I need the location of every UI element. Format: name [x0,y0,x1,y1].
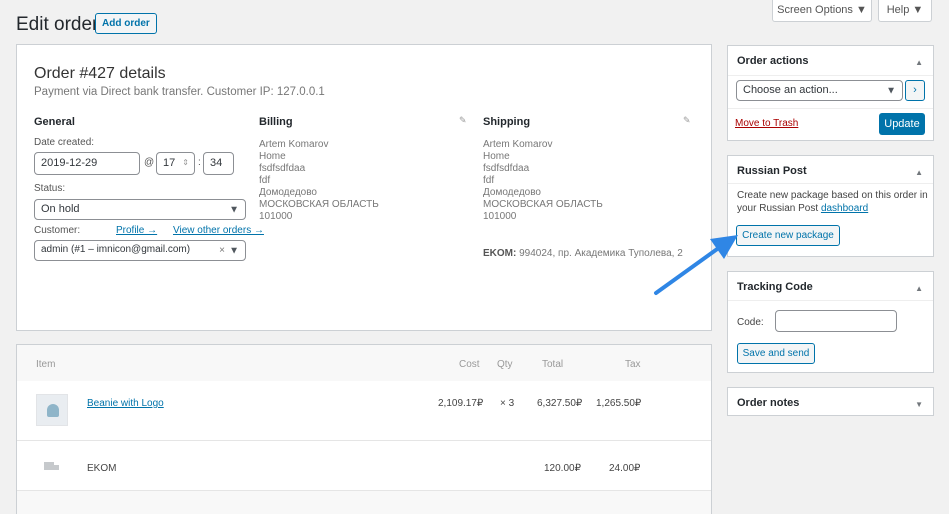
screen-options-button[interactable]: Screen Options ▼ [772,0,872,22]
russian-post-box: Russian Post ▲ Create new package based … [727,155,934,257]
tracking-code-box: Tracking Code ▲ Code: Save and send [727,271,934,373]
divider [728,75,933,76]
time-colon: : [198,157,201,168]
collapse-icon[interactable]: ▲ [915,168,923,177]
apply-action-button[interactable]: › [905,80,925,101]
general-title: General [34,116,75,128]
col-total: Total [542,359,564,370]
product-thumbnail [36,394,68,426]
billing-title: Billing [259,116,293,128]
order-actions-title: Order actions [737,55,809,67]
chevron-down-icon: ▼ [229,245,239,256]
shipping-tax: 24.00₽ [609,463,641,474]
status-value: On hold [41,203,80,215]
status-select[interactable]: On hold ▼ [34,199,246,220]
billing-address: Artem Komarov Home fsdfsdfdaa fdf Домоде… [259,139,379,222]
order-action-select[interactable]: Choose an action... ▼ [736,80,903,101]
chevron-down-icon: ▼ [886,85,896,96]
save-and-send-button[interactable]: Save and send [737,343,815,364]
col-cost: Cost [459,359,480,370]
order-action-value: Choose an action... [743,84,838,96]
expand-icon[interactable]: ▼ [915,400,923,409]
at-sign: @ [144,157,155,168]
collapse-icon[interactable]: ▲ [915,58,923,67]
hour-input[interactable]: 17 ⇕ [156,152,195,175]
order-notes-box: Order notes ▼ [727,387,934,416]
edit-shipping-icon[interactable]: ✎ [683,115,691,126]
product-cost: 2,109.17₽ [438,398,484,409]
product-tax: 1,265.50₽ [596,398,642,409]
clear-icon[interactable]: × [219,245,225,256]
status-label: Status: [34,183,66,194]
divider [17,440,711,441]
items-header [17,345,711,381]
col-item: Item [36,359,56,370]
stepper-icon: ⇕ [182,158,189,167]
update-button[interactable]: Update [879,113,925,135]
customer-select[interactable]: admin (#1 – imnicon@gmail.com) × ▼ [34,240,246,261]
shipping-total: 120.00₽ [544,463,581,474]
page-title: Edit order [16,14,99,35]
divider [728,108,933,109]
product-qty: × 3 [500,398,515,409]
order-data-panel: Order #427 details Payment via Direct ba… [16,44,712,331]
col-qty: Qty [497,359,513,370]
customer-label: Customer: [34,225,81,236]
help-button[interactable]: Help ▼ [878,0,932,22]
order-actions-box: Order actions ▲ Choose an action... ▼ › … [727,45,934,141]
profile-link[interactable]: Profile → [116,225,157,236]
hour-value: 17 [163,157,176,169]
view-other-orders-link[interactable]: View other orders → [173,225,264,236]
order-subheading: Payment via Direct bank transfer. Custom… [34,86,325,98]
shipping-title: Shipping [483,116,531,128]
russian-post-title: Russian Post [737,165,807,177]
date-input[interactable]: 2019-12-29 [34,152,140,175]
chevron-down-icon: ▼ [229,204,239,215]
shipping-method-name: EKOM [87,463,117,474]
totals-area [17,490,711,514]
create-new-package-button[interactable]: Create new package [736,225,840,246]
russian-post-description: Create new package based on this order i… [737,190,928,214]
collapse-icon[interactable]: ▲ [915,284,923,293]
order-heading: Order #427 details [34,65,166,82]
move-to-trash-link[interactable]: Move to Trash [735,118,798,129]
annotation-arrow-icon [654,235,738,295]
order-notes-title: Order notes [737,397,800,409]
dashboard-link[interactable]: dashboard [821,203,868,214]
code-label: Code: [737,317,764,328]
truck-icon [44,462,60,472]
divider [728,300,933,301]
customer-value: admin (#1 – imnicon@gmail.com) [41,244,191,255]
edit-billing-icon[interactable]: ✎ [459,115,467,126]
add-order-button[interactable]: Add order [95,13,157,34]
order-items-panel: Item Cost Qty Total Tax Beanie with Logo… [16,344,712,514]
divider [728,183,933,184]
product-total: 6,327.50₽ [537,398,583,409]
beanie-icon [47,404,59,417]
tracking-code-input[interactable] [775,310,897,332]
product-link[interactable]: Beanie with Logo [87,398,164,409]
shipping-address: Artem Komarov Home fsdfsdfdaa fdf Домоде… [483,139,603,222]
col-tax: Tax [625,359,641,370]
date-created-label: Date created: [34,137,95,148]
minute-input[interactable]: 34 [203,152,234,175]
